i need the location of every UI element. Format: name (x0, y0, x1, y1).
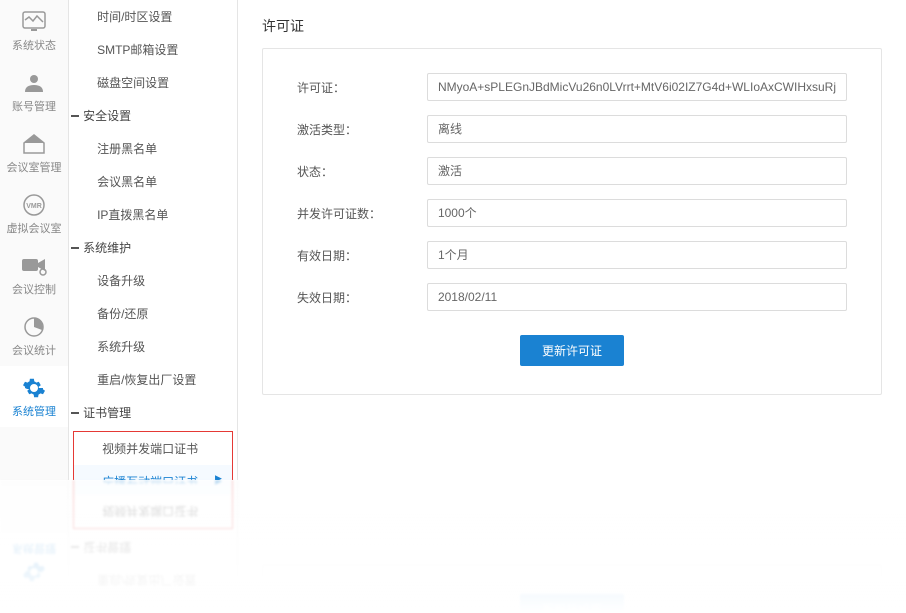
nav-label: 系统管理 (12, 403, 56, 419)
nav-pie[interactable]: 会议统计 (0, 594, 68, 613)
submenu-item[interactable]: 系统维护 (69, 231, 237, 264)
field-value: 离线 (427, 115, 847, 143)
submenu-item[interactable]: 证书管理 (69, 396, 237, 429)
field-label: 有效日期： (297, 247, 427, 264)
svg-text:VMR: VMR (26, 203, 42, 210)
field-value: 1000个 (427, 199, 847, 227)
field-value: NMyoA+sPLEGnJBdMicVu26n0LVrrt+MtV6i02IZ7… (427, 73, 847, 101)
submenu-item[interactable]: 视频并发端口证书 (74, 432, 232, 465)
vmr-icon: VMR (20, 193, 48, 217)
nav-label: 虚拟会议室 (7, 220, 62, 236)
nav-gear[interactable]: 系统管理 (0, 533, 68, 594)
submenu-item[interactable]: 安全设置 (69, 99, 237, 132)
update-license-button[interactable]: 更新许可证 (520, 335, 624, 366)
submenu-item[interactable]: 视频并发端口证书 (74, 495, 232, 528)
nav-label: 会议室管理 (7, 159, 62, 175)
submenu-item[interactable]: 系统升级 (69, 597, 237, 613)
camera-icon (20, 254, 48, 278)
nav-vmr[interactable]: VMR 虚拟会议室 (0, 183, 68, 244)
nav-label: 会议统计 (12, 342, 56, 358)
gear-icon (20, 376, 48, 400)
submenu-item[interactable]: 系统升级 (69, 330, 237, 363)
submenu-item[interactable]: 广播互动端口证书 (74, 465, 232, 480)
nav-user[interactable]: 账号管理 (0, 61, 68, 122)
submenu-item[interactable]: 重启/恢复出厂设置 (69, 363, 237, 396)
field-value: 激活 (427, 157, 847, 185)
nav-home[interactable]: 会议室管理 (0, 122, 68, 183)
submenu-item[interactable]: 设备升级 (69, 264, 237, 297)
form-row: 有效日期：1个月 (297, 241, 847, 269)
form-row: 并发许可证数：1000个 (297, 199, 847, 227)
nav-label: 账号管理 (12, 98, 56, 114)
cert-highlight-box: 视频并发端口证书广播互动端口证书受信任CA证书 (73, 431, 233, 480)
license-panel: 许可证：NMyoA+sPLEGnJBdMicVu26n0LVrrt+MtV6i0… (262, 48, 882, 395)
nav-monitor[interactable]: 系统状态 (0, 0, 68, 61)
submenu-item[interactable]: 注册黑名单 (69, 132, 237, 165)
monitor-icon (20, 10, 48, 34)
submenu-item[interactable]: IP直拨黑名单 (69, 198, 237, 231)
field-label: 并发许可证数： (297, 205, 427, 222)
field-value: 2018/02/11 (427, 283, 847, 311)
form-row: 许可证：NMyoA+sPLEGnJBdMicVu26n0LVrrt+MtV6i0… (297, 73, 847, 101)
submenu-item[interactable]: 会议黑名单 (69, 165, 237, 198)
submenu-item[interactable]: 备份/还原 (69, 297, 237, 330)
nav-label: 会议统计 (12, 602, 56, 613)
nav-label: 系统管理 (12, 541, 56, 557)
submenu-item[interactable]: 磁盘空间设置 (69, 66, 237, 99)
field-label: 状态： (297, 163, 427, 180)
update-license-button[interactable]: 更新许可证 (520, 594, 624, 613)
nav-gear[interactable]: 系统管理 (0, 366, 68, 427)
field-label: 激活类型： (297, 121, 427, 138)
form-row: 激活类型：离线 (297, 115, 847, 143)
license-panel: 许可证：NMyoA+sPLEGnJBdMicVu26n0LVrrt+MtV6i0… (262, 565, 882, 613)
cert-highlight-box: 视频并发端口证书广播互动端口证书受信任CA证书 (73, 480, 233, 529)
submenu-item[interactable]: 时间/时区设置 (69, 0, 237, 33)
home-icon (20, 132, 48, 156)
nav-label: 系统状态 (12, 37, 56, 53)
field-label: 失效日期： (297, 289, 427, 306)
form-row: 状态：激活 (297, 157, 847, 185)
nav-label: 会议控制 (12, 281, 56, 297)
submenu-item[interactable]: 证书管理 (69, 531, 237, 564)
nav-pie[interactable]: 会议统计 (0, 305, 68, 366)
page-title: 许可证 (262, 10, 882, 48)
pie-icon (20, 315, 48, 339)
nav-camera[interactable]: 会议控制 (0, 244, 68, 305)
field-label: 许可证： (297, 79, 427, 96)
submenu-item[interactable]: 重启/恢复出厂设置 (69, 564, 237, 597)
submenu-item[interactable]: SMTP邮箱设置 (69, 33, 237, 66)
gear-icon (20, 560, 48, 584)
submenu-item[interactable]: 广播互动端口证书 (74, 480, 232, 495)
user-icon (20, 71, 48, 95)
field-value: 1个月 (427, 241, 847, 269)
form-row: 失效日期：2018/02/11 (297, 283, 847, 311)
